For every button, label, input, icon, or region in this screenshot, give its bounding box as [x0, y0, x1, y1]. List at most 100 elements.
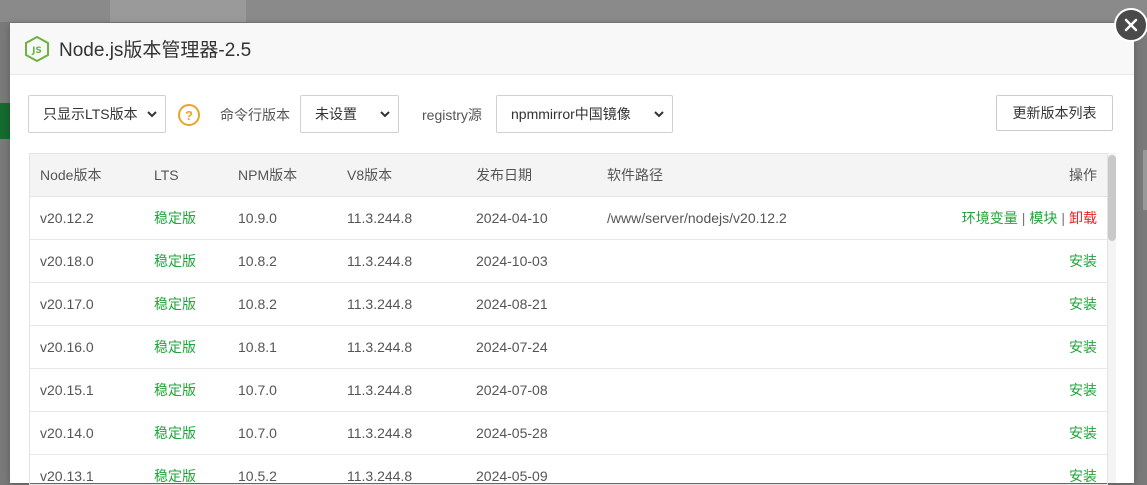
table-row: v20.13.1 稳定版 10.5.2 11.3.244.8 2024-05-0… [30, 455, 1107, 485]
cell-version: v20.16.0 [30, 326, 144, 369]
cell-lts: 稳定版 [144, 412, 228, 455]
background-tab [110, 0, 246, 22]
cell-lts: 稳定版 [144, 197, 228, 240]
scrollbar-thumb[interactable] [1108, 155, 1116, 241]
cell-v8: 11.3.244.8 [337, 412, 466, 455]
cell-v8: 11.3.244.8 [337, 369, 466, 412]
cell-actions: 安装 [897, 455, 1107, 485]
install-link[interactable]: 安装 [1069, 339, 1097, 355]
background-edge [1143, 150, 1147, 210]
toolbar: 只显示LTS版本 ? 命令行版本 未设置 registry源 npmmirror… [28, 95, 1114, 135]
background-green-button [0, 103, 10, 139]
dialog-title: Node.js版本管理器-2.5 [59, 35, 251, 62]
cli-version-value: 未设置 [315, 104, 357, 124]
cell-date: 2024-05-09 [466, 455, 597, 485]
cell-path [597, 283, 897, 326]
cell-v8: 11.3.244.8 [337, 240, 466, 283]
cell-npm: 10.9.0 [228, 197, 337, 240]
cell-version: v20.13.1 [30, 455, 144, 485]
install-link[interactable]: 安装 [1069, 468, 1097, 484]
modules-link[interactable]: 模块 [1029, 210, 1057, 226]
registry-label: registry源 [422, 105, 482, 125]
cell-date: 2024-04-10 [466, 197, 597, 240]
nodejs-logo-icon: JS [25, 36, 49, 62]
env-variables-link[interactable]: 环境变量 [962, 210, 1018, 226]
separator: | [1061, 210, 1065, 226]
cell-actions: 安装 [897, 240, 1107, 283]
cell-npm: 10.8.2 [228, 240, 337, 283]
cell-lts: 稳定版 [144, 326, 228, 369]
lts-filter-value: 只显示LTS版本 [43, 104, 138, 124]
cell-path: /www/server/nodejs/v20.12.2 [597, 197, 897, 240]
cell-lts: 稳定版 [144, 455, 228, 485]
cell-lts: 稳定版 [144, 240, 228, 283]
cell-npm: 10.5.2 [228, 455, 337, 485]
cell-version: v20.14.0 [30, 412, 144, 455]
install-link[interactable]: 安装 [1069, 253, 1097, 269]
header-actions: 操作 [897, 154, 1107, 197]
chevron-down-icon [379, 108, 391, 120]
chevron-down-icon [146, 108, 158, 120]
table-row: v20.16.0 稳定版 10.8.1 11.3.244.8 2024-07-2… [30, 326, 1107, 369]
table-row: v20.17.0 稳定版 10.8.2 11.3.244.8 2024-08-2… [30, 283, 1107, 326]
cell-date: 2024-08-21 [466, 283, 597, 326]
cell-actions: 安装 [897, 369, 1107, 412]
table-row: v20.15.1 稳定版 10.7.0 11.3.244.8 2024-07-0… [30, 369, 1107, 412]
cell-actions: 环境变量|模块|卸载 [897, 197, 1107, 240]
refresh-version-list-button[interactable]: 更新版本列表 [996, 95, 1113, 131]
cell-npm: 10.8.1 [228, 326, 337, 369]
header-release-date: 发布日期 [466, 154, 597, 197]
lts-filter-select[interactable]: 只显示LTS版本 [28, 95, 166, 133]
cell-actions: 安装 [897, 412, 1107, 455]
cell-date: 2024-07-08 [466, 369, 597, 412]
svg-text:JS: JS [31, 46, 42, 56]
chevron-down-icon [653, 108, 665, 120]
install-link[interactable]: 安装 [1069, 425, 1097, 441]
cell-v8: 11.3.244.8 [337, 197, 466, 240]
nodejs-manager-dialog: JS Node.js版本管理器-2.5 只显示LTS版本 ? 命令行版本 未设置… [10, 23, 1134, 483]
cell-npm: 10.8.2 [228, 283, 337, 326]
cell-v8: 11.3.244.8 [337, 283, 466, 326]
cell-path [597, 455, 897, 485]
install-link[interactable]: 安装 [1069, 382, 1097, 398]
cell-actions: 安装 [897, 326, 1107, 369]
cell-version: v20.17.0 [30, 283, 144, 326]
header-lts: LTS [144, 154, 228, 197]
cell-date: 2024-10-03 [466, 240, 597, 283]
table-scrollbar[interactable] [1108, 153, 1116, 483]
cell-actions: 安装 [897, 283, 1107, 326]
header-npm-version: NPM版本 [228, 154, 337, 197]
separator: | [1022, 210, 1026, 226]
uninstall-link[interactable]: 卸载 [1069, 210, 1097, 226]
dialog-header: JS Node.js版本管理器-2.5 [10, 23, 1134, 75]
cell-version: v20.18.0 [30, 240, 144, 283]
cell-v8: 11.3.244.8 [337, 326, 466, 369]
table-row: v20.14.0 稳定版 10.7.0 11.3.244.8 2024-05-2… [30, 412, 1107, 455]
cell-date: 2024-07-24 [466, 326, 597, 369]
cell-path [597, 369, 897, 412]
header-node-version: Node版本 [30, 154, 144, 197]
table-header-row: Node版本 LTS NPM版本 V8版本 发布日期 软件路径 操作 [30, 154, 1107, 197]
cell-version: v20.12.2 [30, 197, 144, 240]
close-button[interactable] [1114, 8, 1147, 42]
install-link[interactable]: 安装 [1069, 296, 1097, 312]
cell-npm: 10.7.0 [228, 369, 337, 412]
cell-path [597, 412, 897, 455]
registry-select[interactable]: npmmirror中国镜像 [496, 95, 673, 133]
header-v8-version: V8版本 [337, 154, 466, 197]
registry-value: npmmirror中国镜像 [511, 104, 631, 124]
cli-version-select[interactable]: 未设置 [300, 95, 399, 133]
help-icon[interactable]: ? [178, 104, 200, 126]
close-icon [1124, 18, 1138, 32]
table-row: v20.18.0 稳定版 10.8.2 11.3.244.8 2024-10-0… [30, 240, 1107, 283]
table-row: v20.12.2 稳定版 10.9.0 11.3.244.8 2024-04-1… [30, 197, 1107, 240]
cell-version: v20.15.1 [30, 369, 144, 412]
cell-npm: 10.7.0 [228, 412, 337, 455]
cell-date: 2024-05-28 [466, 412, 597, 455]
cli-version-label: 命令行版本 [220, 105, 290, 125]
cell-path [597, 240, 897, 283]
cell-lts: 稳定版 [144, 369, 228, 412]
version-table-container: Node版本 LTS NPM版本 V8版本 发布日期 软件路径 操作 v20.1… [29, 153, 1108, 485]
version-table: Node版本 LTS NPM版本 V8版本 发布日期 软件路径 操作 v20.1… [30, 154, 1107, 485]
help-glyph: ? [185, 108, 193, 123]
